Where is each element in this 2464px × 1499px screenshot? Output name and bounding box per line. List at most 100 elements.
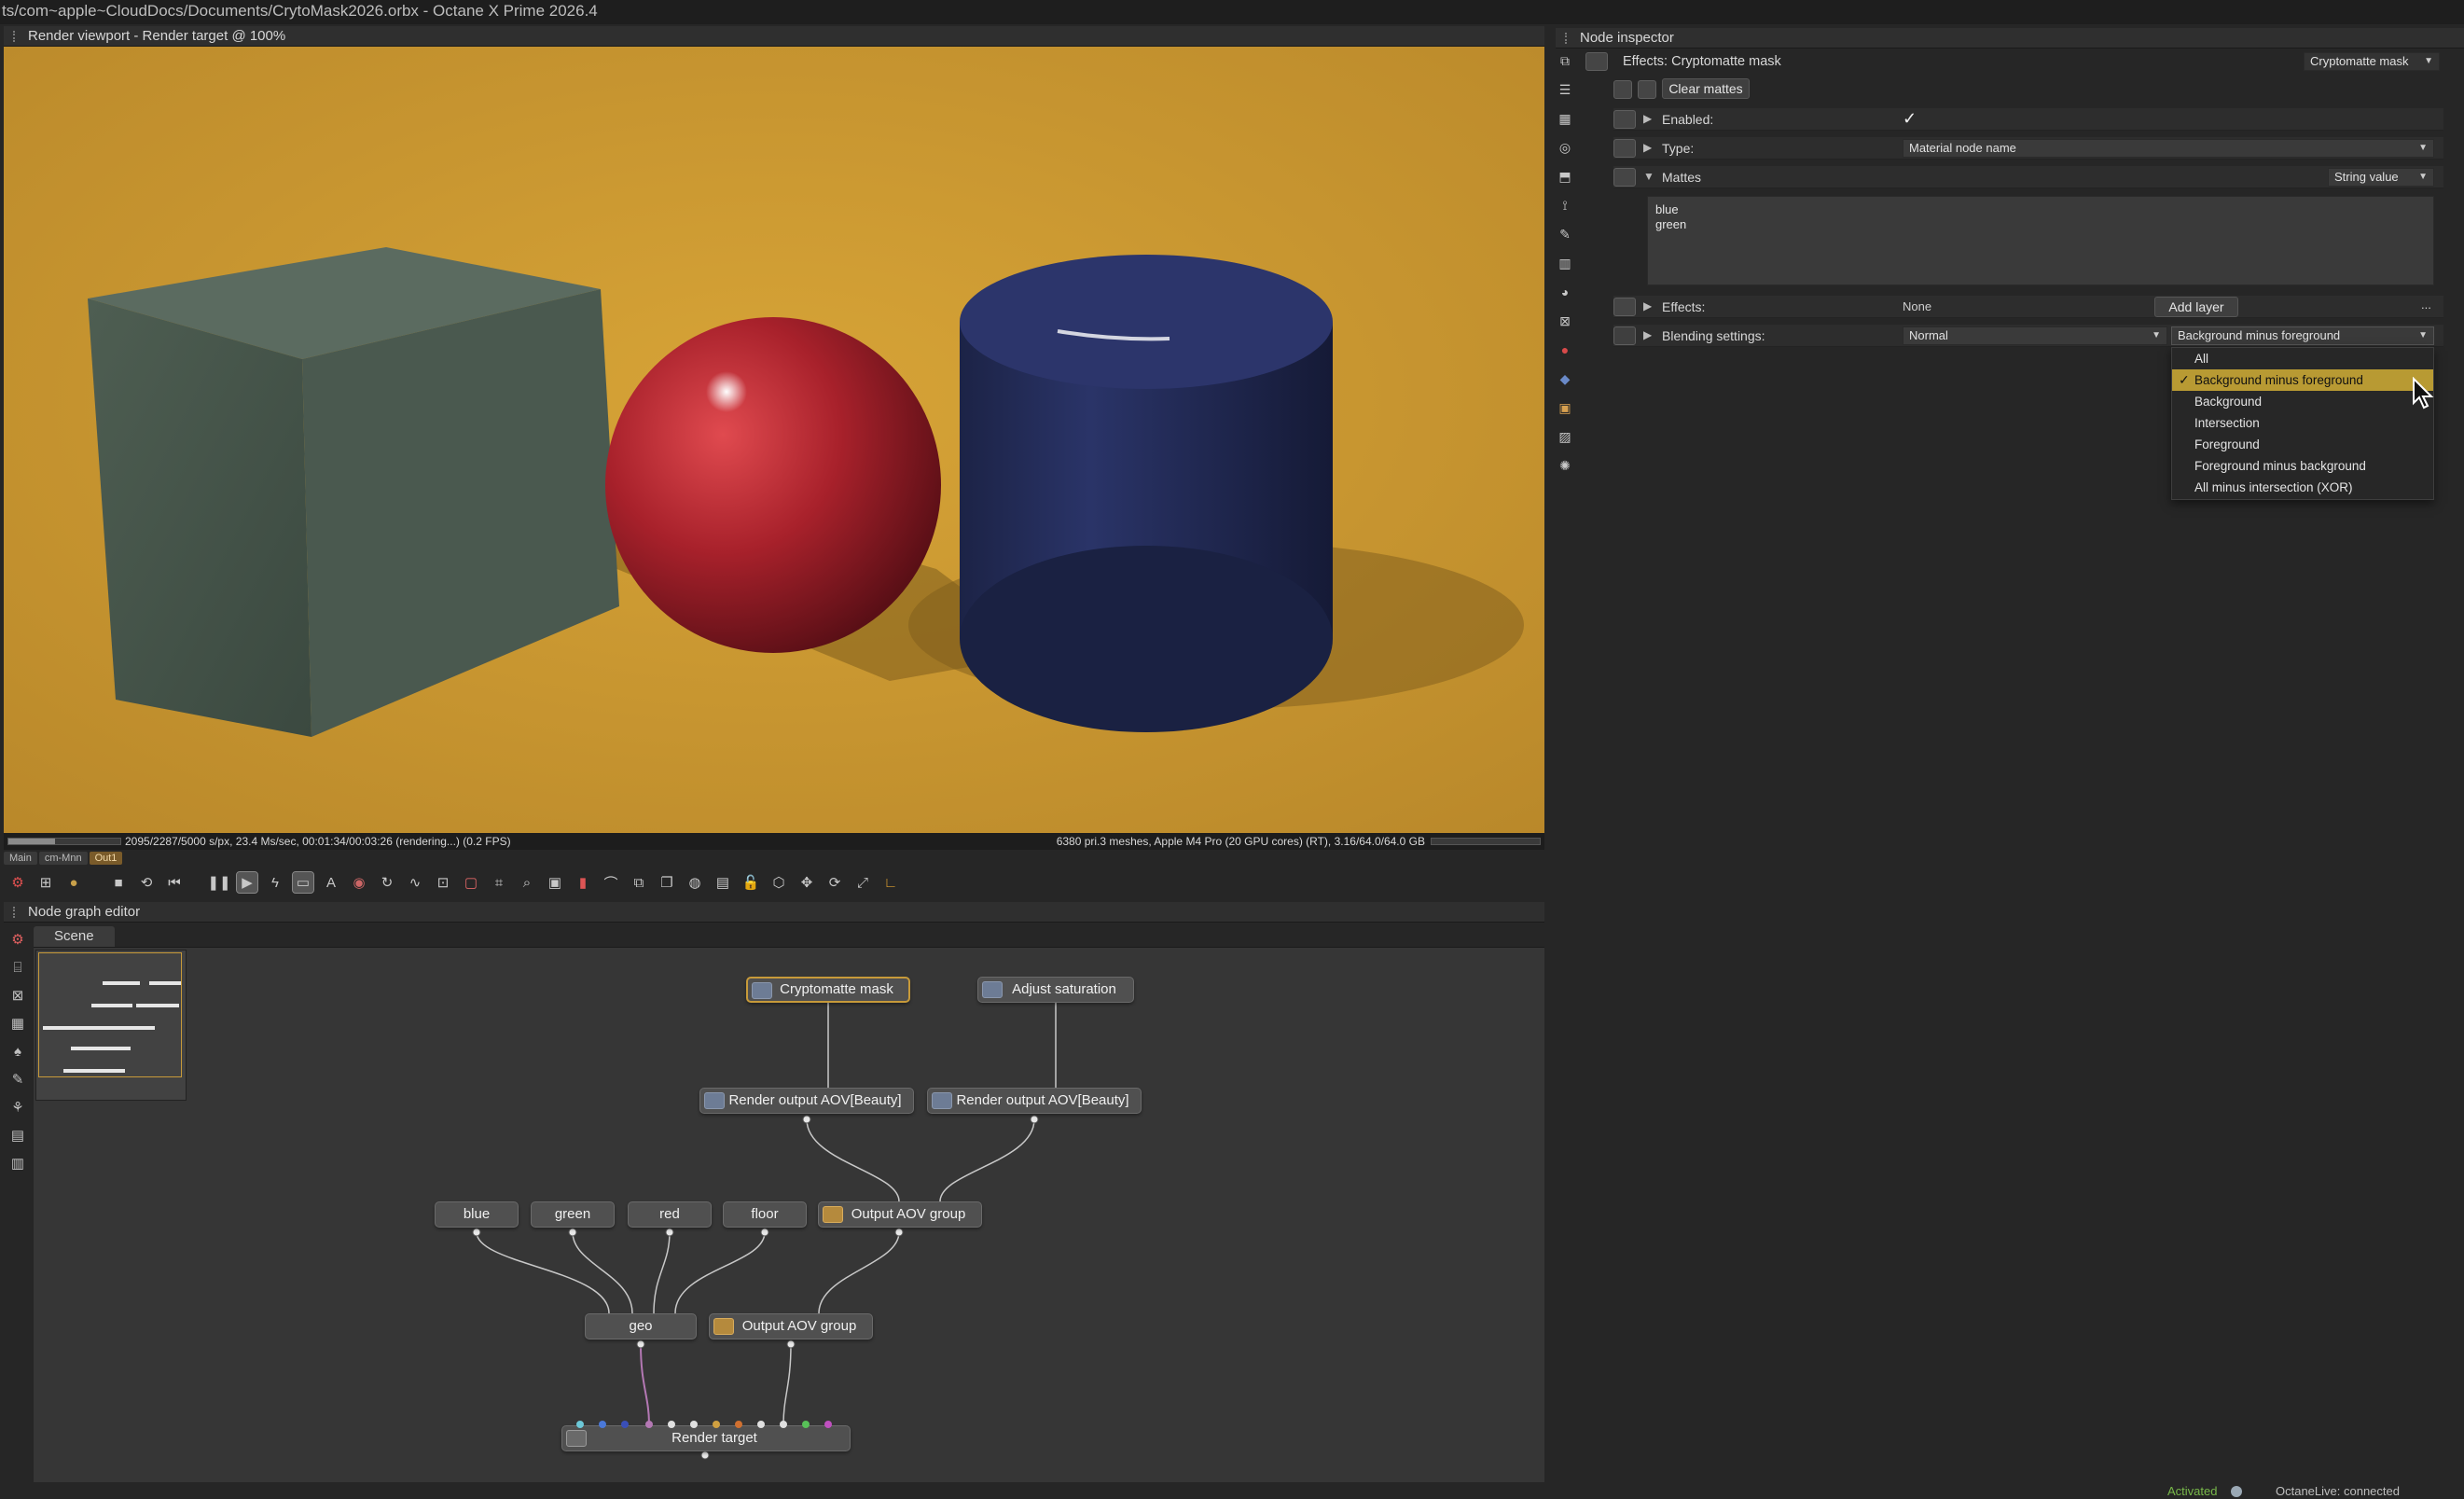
node-red[interactable]: red <box>628 1201 712 1228</box>
lightning-icon[interactable]: ϟ <box>265 872 285 893</box>
panel-grip-icon[interactable] <box>13 907 21 919</box>
material-icon[interactable]: ⟟ <box>1555 195 1575 215</box>
transform-icon[interactable]: ⊠ <box>1555 311 1575 331</box>
node-geo[interactable]: geo <box>585 1313 697 1339</box>
camera-icon[interactable]: ◎ <box>1555 137 1575 158</box>
node-render-output-aov-2[interactable]: Render output AOV[Beauty] <box>927 1088 1142 1114</box>
outliner-icon[interactable]: ☰ <box>1555 79 1575 100</box>
pick-matte-remove-icon[interactable] <box>1638 80 1656 99</box>
move-icon[interactable]: ✥ <box>796 872 817 893</box>
render-settings-icon[interactable]: ▦ <box>1555 108 1575 129</box>
node-type-dropdown[interactable]: Cryptomatte mask ▼ <box>2304 52 2440 71</box>
menu-item-all[interactable]: All <box>2172 348 2433 369</box>
sun-icon[interactable]: ✺ <box>1555 455 1575 476</box>
stop-icon[interactable]: ■ <box>108 872 129 893</box>
menu-item-foreground-minus-background[interactable]: Foreground minus background <box>2172 455 2433 477</box>
environment-icon[interactable]: ⊠ <box>7 985 28 1006</box>
axis-icon[interactable]: ∟ <box>880 872 901 893</box>
magnifier-icon[interactable]: ⌕ <box>517 872 537 893</box>
region-icon[interactable]: ▢ <box>461 872 481 893</box>
texture-icon[interactable]: ▥ <box>1555 253 1575 273</box>
red-material-icon[interactable]: ● <box>1555 340 1575 360</box>
add-layer-button[interactable]: Add layer <box>2154 297 2238 317</box>
lock-icon[interactable]: 🔓 <box>741 872 761 893</box>
blue-material-icon[interactable]: ◆ <box>1555 368 1575 389</box>
more-options-button[interactable]: ... <box>2421 298 2431 312</box>
play-icon[interactable]: ▶ <box>236 871 258 894</box>
enabled-checkbox[interactable]: ✓ <box>1903 109 1917 129</box>
output-icon[interactable]: ▣ <box>1555 397 1575 418</box>
panel-grip-icon[interactable] <box>1565 33 1572 45</box>
output-icon[interactable]: ▤ <box>7 1125 28 1145</box>
scene-icon[interactable]: ⧉ <box>1555 50 1575 71</box>
menu-item-xor[interactable]: All minus intersection (XOR) <box>2172 477 2433 498</box>
node-graph-canvas[interactable]: Cryptomatte mask Adjust saturation Rende… <box>34 947 1544 1482</box>
effects-icon[interactable]: ⚘ <box>7 1097 28 1117</box>
crop-icon[interactable]: ⌗ <box>489 872 509 893</box>
picture-icon[interactable]: ▤ <box>713 872 733 893</box>
monitor-icon[interactable]: ▭ <box>292 871 314 894</box>
pin-icon[interactable] <box>1613 298 1636 316</box>
tab-cm-mnn[interactable]: cm-Mnn <box>38 852 88 865</box>
environment-icon[interactable]: ⬒ <box>1555 166 1575 187</box>
panel-grip-icon[interactable] <box>13 31 21 43</box>
render-settings-icon[interactable]: ⚙ <box>7 929 28 950</box>
pin-icon[interactable] <box>1613 139 1636 158</box>
pick-focus-icon[interactable]: ▮ <box>573 872 593 893</box>
render-settings-icon[interactable]: ⚙ <box>7 872 28 893</box>
cube-icon[interactable]: ⬡ <box>768 872 789 893</box>
node-floor[interactable]: floor <box>723 1201 807 1228</box>
render-viewport[interactable] <box>4 47 1544 833</box>
clear-mattes-button[interactable]: Clear mattes <box>1662 78 1750 99</box>
material-icon[interactable]: ♠ <box>7 1041 28 1062</box>
copy-icon[interactable]: ❐ <box>657 872 677 893</box>
expand-arrow-icon[interactable]: ▶ <box>1643 112 1652 125</box>
menu-item-foreground[interactable]: Foreground <box>2172 434 2433 455</box>
aov-icon[interactable]: A <box>321 872 341 893</box>
menu-item-intersection[interactable]: Intersection <box>2172 412 2433 434</box>
node-output-aov-group-1[interactable]: Output AOV group <box>818 1201 982 1228</box>
image-icon[interactable]: ▨ <box>1555 426 1575 447</box>
blend-mode-dropdown[interactable]: Background minus foreground ▼ <box>2171 326 2434 345</box>
pause-icon[interactable]: ❚❚ <box>207 872 230 893</box>
refresh-icon[interactable]: ↻ <box>377 872 397 893</box>
layers-icon[interactable]: ⧉ <box>629 872 649 893</box>
rewind-icon[interactable]: ⏮ <box>164 872 185 893</box>
blend-type-dropdown[interactable]: Normal ▼ <box>1903 326 2167 345</box>
camera-icon[interactable]: ⌸ <box>7 957 28 978</box>
brush-icon[interactable]: ✎ <box>1555 224 1575 244</box>
pin-icon[interactable] <box>1613 110 1636 129</box>
pan-icon[interactable]: ⌒ <box>601 872 621 893</box>
pin-icon[interactable] <box>1613 168 1636 187</box>
menu-item-background-minus-foreground[interactable]: ✓ Background minus foreground <box>2172 369 2433 391</box>
node-render-output-aov-1[interactable]: Render output AOV[Beauty] <box>699 1088 914 1114</box>
tab-main[interactable]: Main <box>4 852 37 865</box>
mattes-mode-dropdown[interactable]: String value ▼ <box>2328 168 2434 187</box>
light-icon[interactable]: ◕ <box>1555 282 1575 302</box>
tab-scene[interactable]: Scene <box>34 926 115 947</box>
expand-arrow-icon[interactable]: ▶ <box>1643 141 1652 154</box>
color-wheel-icon[interactable]: ◉ <box>349 872 369 893</box>
fit-icon[interactable]: ⤢ <box>852 872 873 893</box>
node-graph-minimap[interactable] <box>35 950 187 1101</box>
misc-icon[interactable]: ▥ <box>7 1153 28 1173</box>
tab-out1[interactable]: Out1 <box>89 852 123 865</box>
world-icon[interactable]: ◍ <box>685 872 705 893</box>
node-cryptomatte-mask[interactable]: Cryptomatte mask <box>746 977 910 1003</box>
lock-render-icon[interactable]: ⊡ <box>433 872 453 893</box>
node-blue[interactable]: blue <box>435 1201 519 1228</box>
grid-icon[interactable]: ⊞ <box>35 872 56 893</box>
node-green[interactable]: green <box>531 1201 615 1228</box>
node-output-aov-group-2[interactable]: Output AOV group <box>709 1313 873 1339</box>
curve-icon[interactable]: ∿ <box>405 872 425 893</box>
material-ball-icon[interactable]: ● <box>63 872 84 893</box>
geometry-icon[interactable]: ▦ <box>7 1013 28 1034</box>
expand-arrow-icon[interactable]: ▶ <box>1643 299 1652 312</box>
add-icon[interactable] <box>1613 326 1636 345</box>
expand-arrow-icon[interactable]: ▶ <box>1643 328 1652 341</box>
rotate-icon[interactable]: ⟳ <box>824 872 845 893</box>
restart-icon[interactable]: ⟲ <box>136 872 157 893</box>
film-region-icon[interactable]: ▣ <box>545 872 565 893</box>
node-adjust-saturation[interactable]: Adjust saturation <box>977 977 1134 1003</box>
collapse-arrow-icon[interactable]: ▼ <box>1643 170 1654 183</box>
